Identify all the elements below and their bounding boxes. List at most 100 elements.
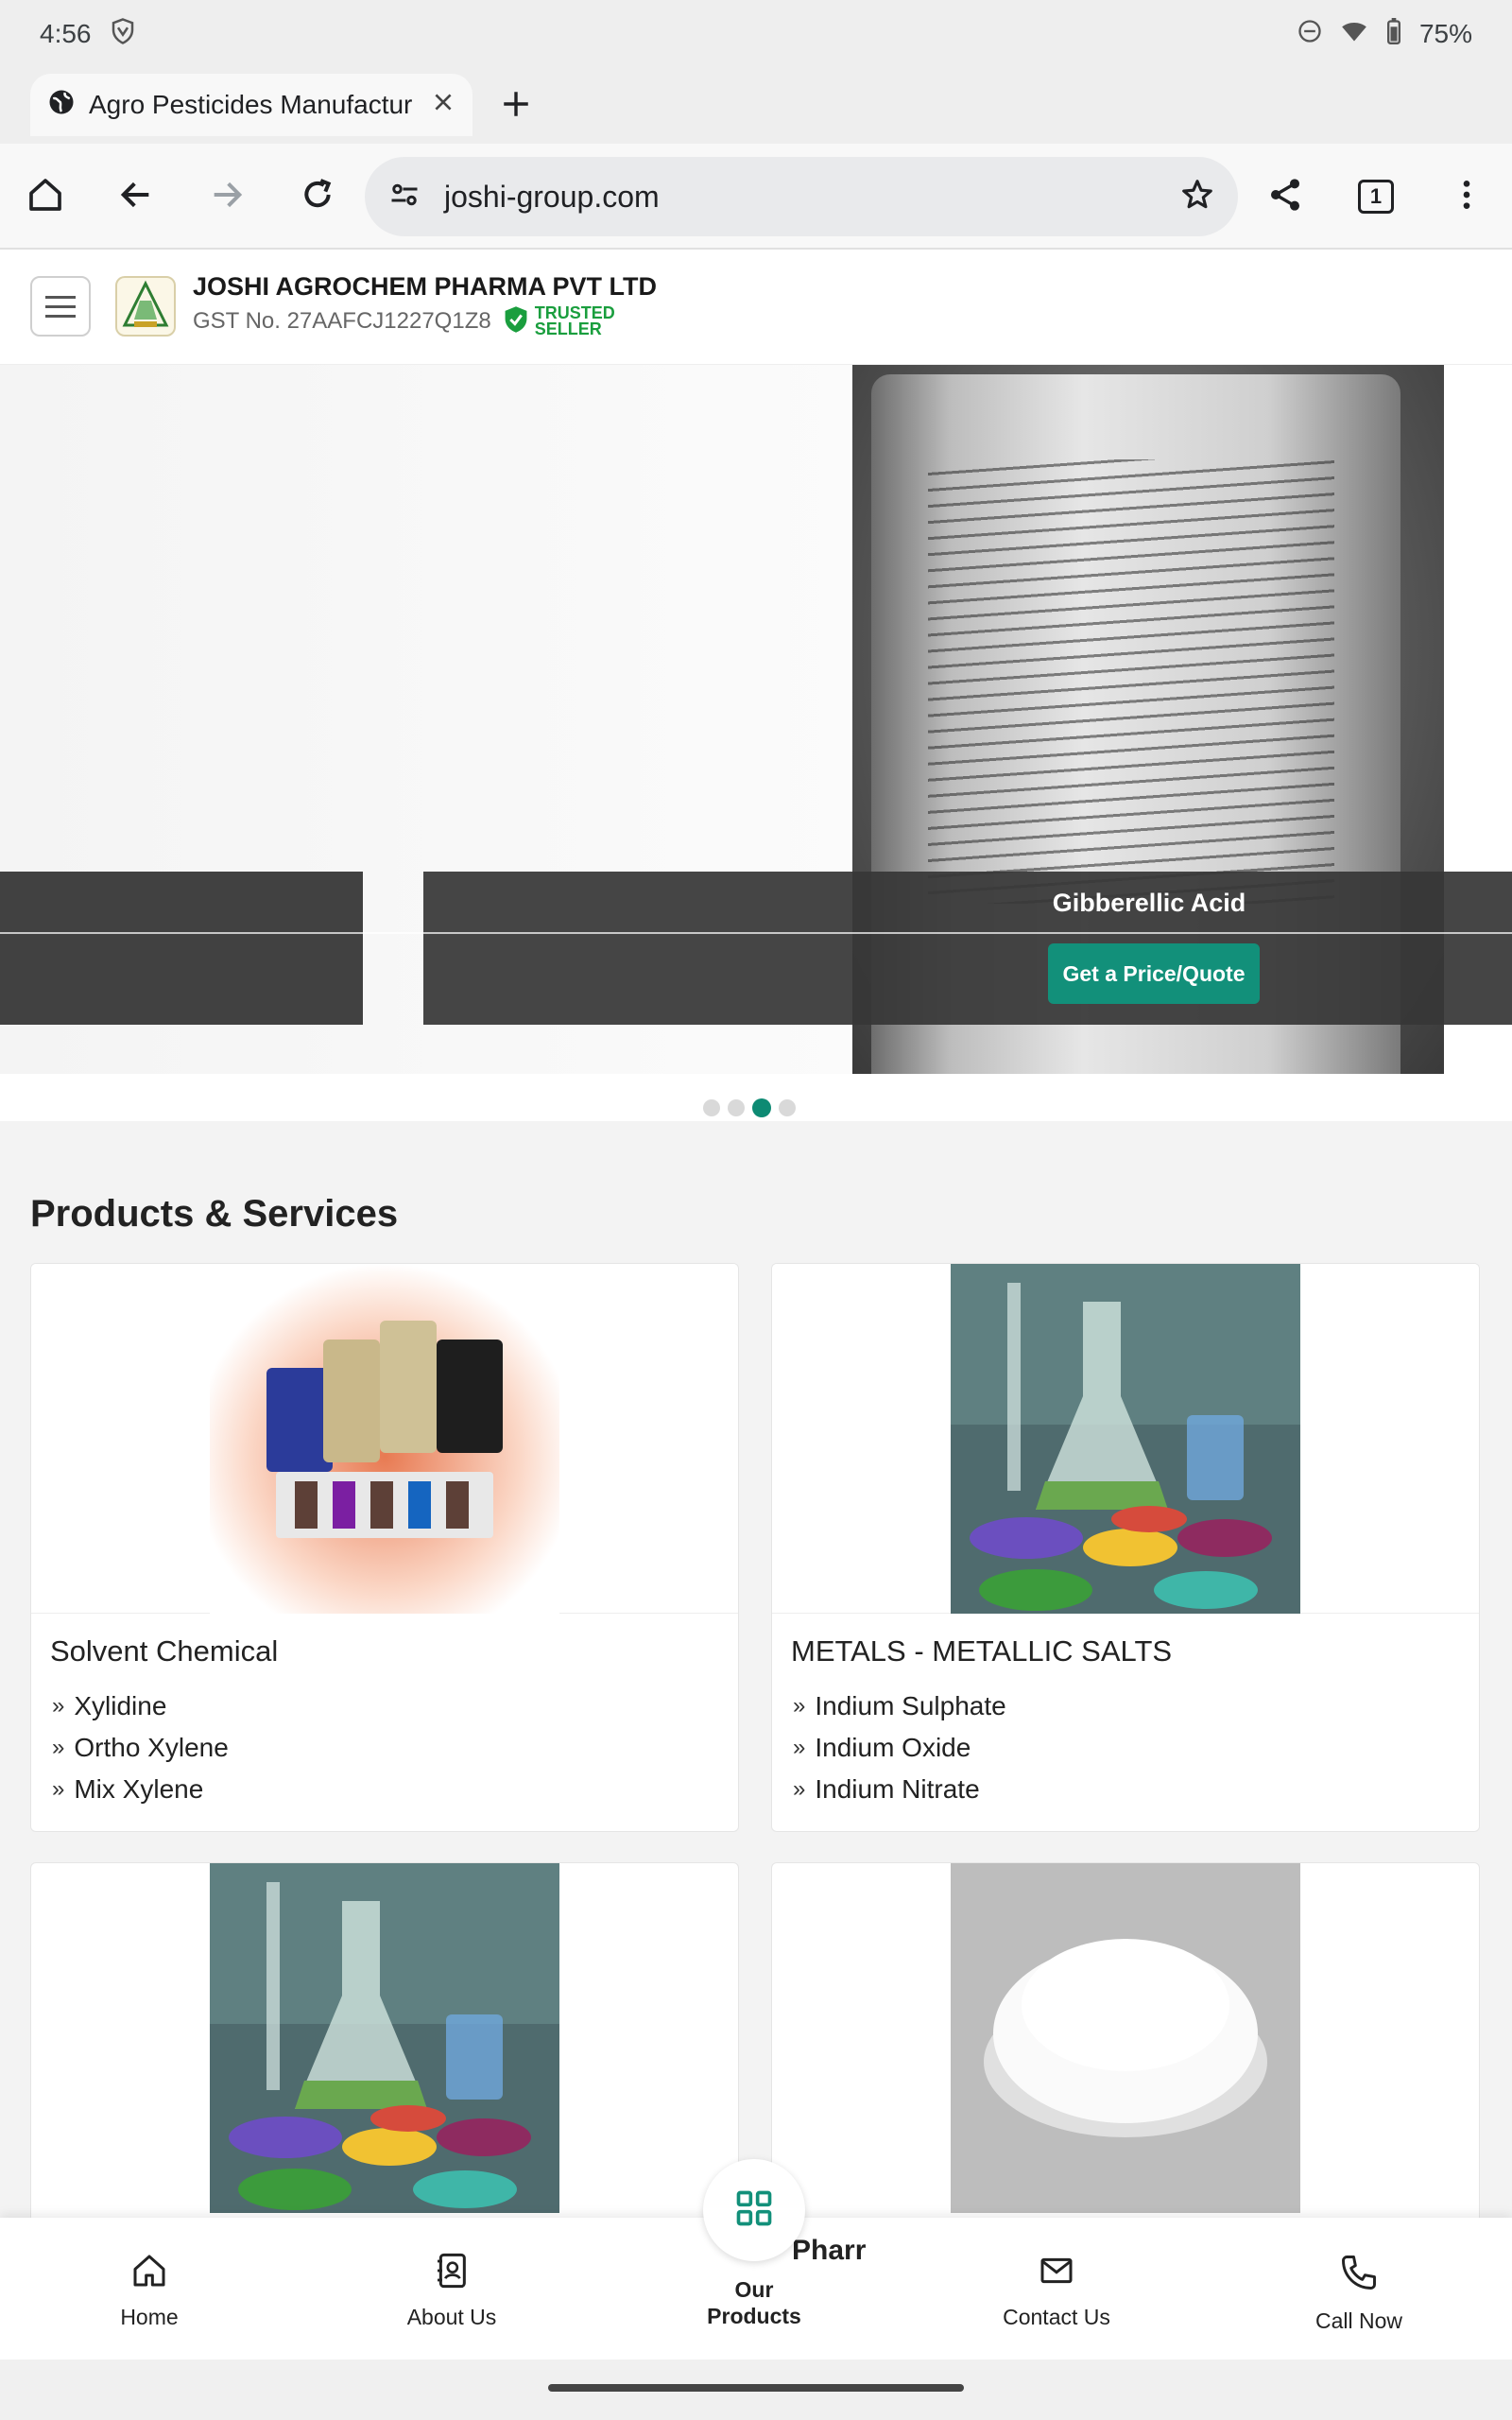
system-gesture-area — [0, 2360, 1512, 2420]
arrow-left-icon — [117, 176, 155, 218]
item-label: Xylidine — [74, 1691, 167, 1720]
gesture-handle[interactable] — [548, 2384, 964, 2392]
double-chevron-icon: » — [793, 1693, 806, 1719]
more-menu-button[interactable] — [1440, 170, 1493, 223]
card-title[interactable]: METALS - METALLIC SALTS — [791, 1634, 1172, 1668]
item-label: Ortho Xylene — [74, 1733, 229, 1762]
new-tab-button[interactable] — [491, 81, 541, 130]
lab-chemicals-image[interactable] — [210, 1863, 559, 2213]
section-title: Products & Services — [30, 1193, 399, 1235]
arrow-right-icon — [208, 176, 246, 218]
status-left: 4:56 — [40, 17, 137, 52]
nav-home-label: Home — [120, 2305, 179, 2329]
double-chevron-icon: » — [52, 1693, 65, 1719]
forward-button[interactable] — [200, 170, 253, 223]
double-chevron-icon: » — [793, 1776, 806, 1802]
reload-button[interactable] — [291, 170, 344, 223]
item-label: Mix Xylene — [74, 1774, 204, 1804]
battery-icon — [1385, 17, 1402, 51]
product-card-lab-chemicals[interactable] — [30, 1862, 739, 2259]
nav-contact[interactable]: Contact Us — [962, 2252, 1151, 2330]
battery-percent: 75% — [1418, 19, 1472, 48]
product-card-metallic-salts[interactable]: METALS - METALLIC SALTS » Indium Sulphate… — [771, 1263, 1480, 1832]
nav-contact-label: Contact Us — [1003, 2305, 1110, 2329]
vpn-shield-icon — [109, 17, 137, 52]
solvent-chemical-image[interactable] — [210, 1264, 559, 1614]
list-item[interactable]: » Mix Xylene — [52, 1769, 229, 1810]
products-section: Products & Services Solvent Chemical » X… — [0, 1121, 1512, 2259]
site-settings-icon[interactable] — [387, 178, 421, 216]
card-title[interactable]: Solvent Chemical — [50, 1634, 278, 1668]
card-image-area — [772, 1264, 1479, 1614]
share-button[interactable] — [1259, 170, 1312, 223]
trusted-line1: TRUSTED — [534, 302, 615, 322]
tab-strip: Agro Pesticides Manufactur — [0, 68, 1512, 144]
nav-about-label: About Us — [406, 2305, 497, 2329]
trusted-seller-badge: TRUSTED SELLER — [503, 304, 615, 337]
site-header: JOSHI AGROCHEM PHARMA PVT LTD GST No. 27… — [0, 251, 1512, 365]
wifi-icon — [1340, 18, 1368, 51]
slider-dots — [703, 1098, 796, 1117]
tab-count-icon: 1 — [1358, 180, 1394, 214]
list-item[interactable]: » Ortho Xylene — [52, 1727, 229, 1769]
item-label: Indium Oxide — [815, 1733, 971, 1762]
white-powder-image[interactable] — [951, 1863, 1300, 2213]
previous-slide-caption-band — [0, 872, 363, 1025]
slider-dot-4[interactable] — [779, 1099, 796, 1116]
product-card-solvent-chemical[interactable]: Solvent Chemical » Xylidine » Ortho Xylene… — [30, 1263, 739, 1832]
list-item[interactable]: » Indium Sulphate — [793, 1685, 1006, 1727]
nav-products-bubble[interactable] — [703, 2159, 805, 2261]
slider-dot-2[interactable] — [728, 1099, 745, 1116]
metallic-salts-image[interactable] — [951, 1264, 1300, 1614]
phone-icon — [1338, 2252, 1380, 2299]
menu-line-icon — [45, 304, 76, 308]
company-name[interactable]: JOSHI AGROCHEM PHARMA PVT LTD — [193, 272, 657, 302]
nav-products-line2: Products — [707, 2304, 801, 2328]
gst-number: GST No. 27AAFCJ1227Q1Z8 — [193, 307, 491, 334]
slider-dot-3[interactable] — [752, 1098, 771, 1117]
list-item[interactable]: » Indium Oxide — [793, 1727, 1006, 1769]
double-chevron-icon: » — [52, 1735, 65, 1760]
product-card-pharma[interactable] — [771, 1862, 1480, 2259]
list-item[interactable]: » Xylidine — [52, 1685, 229, 1727]
reload-icon — [299, 176, 336, 218]
close-tab-icon[interactable] — [431, 90, 455, 121]
nav-home[interactable]: Home — [55, 2252, 244, 2330]
mail-icon — [1038, 2252, 1075, 2295]
slider-dot-1[interactable] — [703, 1099, 720, 1116]
share-icon — [1266, 176, 1304, 218]
nav-about[interactable]: About Us — [357, 2252, 546, 2330]
browser-tab[interactable]: Agro Pesticides Manufactur — [30, 74, 472, 136]
hamburger-menu-button[interactable] — [30, 276, 91, 337]
list-item[interactable]: » Indium Nitrate — [793, 1769, 1006, 1810]
home-icon — [26, 176, 64, 218]
dnd-icon — [1297, 18, 1323, 51]
hero-slider[interactable]: Gibberellic Acid Get a Price/Quote — [0, 365, 1512, 1121]
item-label: Indium Sulphate — [815, 1691, 1006, 1720]
status-bar: 4:56 75% — [0, 0, 1512, 68]
slide-caption[interactable]: Gibberellic Acid — [1040, 889, 1259, 918]
tab-title: Agro Pesticides Manufactur — [89, 90, 413, 119]
double-chevron-icon: » — [52, 1776, 65, 1802]
verified-shield-icon — [503, 304, 529, 337]
trusted-text: TRUSTED SELLER — [534, 302, 615, 338]
home-button[interactable] — [19, 170, 72, 223]
slide-caption-band — [423, 872, 1512, 1025]
tab-switcher-button[interactable]: 1 — [1349, 170, 1402, 223]
nav-call[interactable]: Call Now — [1264, 2252, 1453, 2334]
back-button[interactable] — [110, 170, 163, 223]
double-chevron-icon: » — [793, 1735, 806, 1760]
nav-products-label[interactable]: Our Products — [662, 2276, 847, 2329]
plus-icon — [500, 88, 532, 125]
get-quote-button[interactable]: Get a Price/Quote — [1048, 943, 1260, 1004]
star-icon[interactable] — [1179, 177, 1215, 217]
card-image-area — [31, 1264, 738, 1614]
url-text[interactable]: joshi-group.com — [444, 180, 1157, 215]
caption-divider — [0, 932, 1512, 934]
company-logo[interactable] — [115, 276, 176, 337]
menu-line-icon — [45, 314, 76, 318]
tab-count: 1 — [1369, 184, 1383, 208]
grid-icon — [733, 2187, 775, 2234]
address-bar[interactable]: joshi-group.com — [365, 157, 1238, 236]
trusted-line2: SELLER — [534, 319, 602, 338]
